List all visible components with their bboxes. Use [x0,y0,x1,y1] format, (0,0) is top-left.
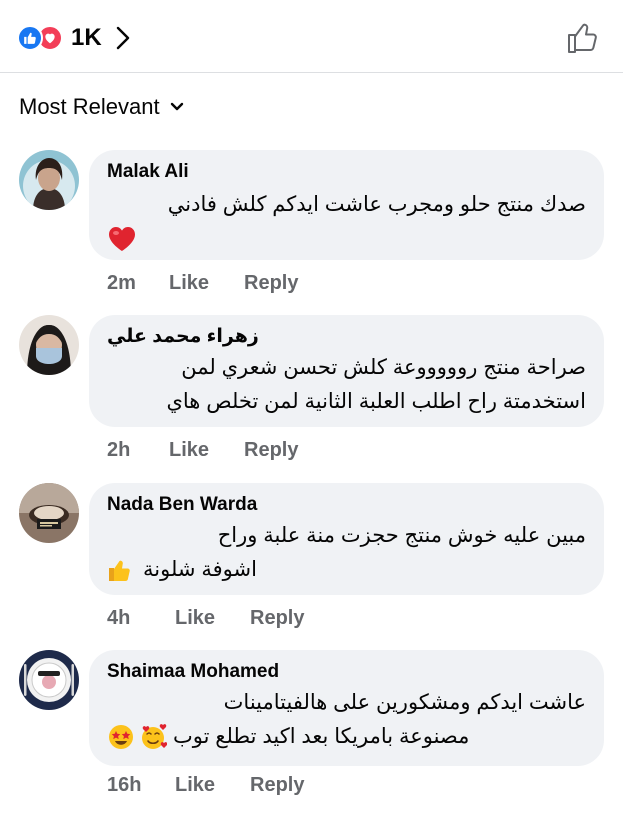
comment-timestamp[interactable]: 4h [107,607,175,630]
comment-author[interactable]: زهراء محمد علي [107,325,586,349]
comment-timestamp[interactable]: 2h [107,439,169,462]
comment-bubble: زهراء محمد علي صراحة منتج روووووعة كلش ت… [89,315,604,427]
like-button[interactable]: Like [175,774,250,797]
reply-button[interactable]: Reply [250,607,304,630]
avatar[interactable] [19,650,79,710]
comment-line: عاشت ايدكم ومشكورين على هالفيتامينات [223,691,586,714]
chevron-down-icon [170,102,184,112]
comment-author[interactable]: Malak Ali [107,160,586,184]
comment-line: صراحة منتج روووووعة كلش تحسن شعري لمن [181,356,586,379]
comment-author[interactable]: Nada Ben Warda [107,493,586,517]
avatar[interactable] [19,150,79,210]
star-struck-emoji-icon [107,723,135,751]
comment-timestamp[interactable]: 2m [107,272,169,295]
comment-line-with-emoji: مصنوعة بامريكا بعد اكيد تطلع توب [107,720,586,754]
reactions-summary[interactable]: 1K [17,24,130,52]
comment-text: عاشت ايدكم ومشكورين على هالفيتامينات مصن… [107,686,586,754]
like-button[interactable]: Like [169,439,244,462]
comments-panel: 1K Most Relevant Malak Ali صدك منتج حلو … [0,0,623,827]
avatar[interactable] [19,483,79,543]
thumbs-up-emoji-icon [107,557,133,583]
comment-bubble: Shaimaa Mohamed عاشت ايدكم ومشكورين على … [89,650,604,766]
comment-text: صراحة منتج روووووعة كلش تحسن شعري لمن اس… [107,351,586,419]
comment-actions: 2h Like Reply [107,439,298,462]
comment-timestamp[interactable]: 16h [107,774,175,797]
like-reaction-icon [17,25,43,51]
smiling-face-with-hearts-emoji-icon [139,723,167,751]
reactions-header: 1K [0,0,623,73]
chevron-right-icon [116,26,130,50]
sort-dropdown[interactable]: Most Relevant [19,94,184,120]
avatar[interactable] [19,315,79,375]
comment-line: استخدمتة راح اطلب العلبة الثانية لمن تخل… [166,390,586,413]
comment-line-with-emoji: اشوفة شلونة [107,553,586,587]
comment-actions: 16h Like Reply [107,774,304,797]
comment-actions: 2m Like Reply [107,272,298,295]
reply-button[interactable]: Reply [250,774,304,797]
sort-label: Most Relevant [19,94,160,119]
comment-bubble: Nada Ben Warda مبين عليه خوش منتج حجزت م… [89,483,604,595]
reply-button[interactable]: Reply [244,272,298,295]
reply-button[interactable]: Reply [244,439,298,462]
comment-bubble: Malak Ali صدك منتج حلو ومجرب عاشت ايدكم … [89,150,604,260]
comment-line: اشوفة شلونة [143,558,257,581]
comment-line: مبين عليه خوش منتج حجزت منة علبة وراح [217,524,586,547]
comment-actions: 4h Like Reply [107,607,304,630]
heart-emoji-icon [107,222,586,256]
like-button[interactable]: Like [169,272,244,295]
comment-text: مبين عليه خوش منتج حجزت منة علبة وراح اش… [107,519,586,587]
comment-text: صدك منتج حلو ومجرب عاشت ايدكم كلش فادني [167,193,586,216]
like-button[interactable]: Like [175,607,250,630]
comment-author[interactable]: Shaimaa Mohamed [107,660,586,684]
comment-line: مصنوعة بامريكا بعد اكيد تطلع توب [173,725,470,748]
like-button-icon[interactable] [565,20,601,56]
reaction-count: 1K [71,24,102,51]
